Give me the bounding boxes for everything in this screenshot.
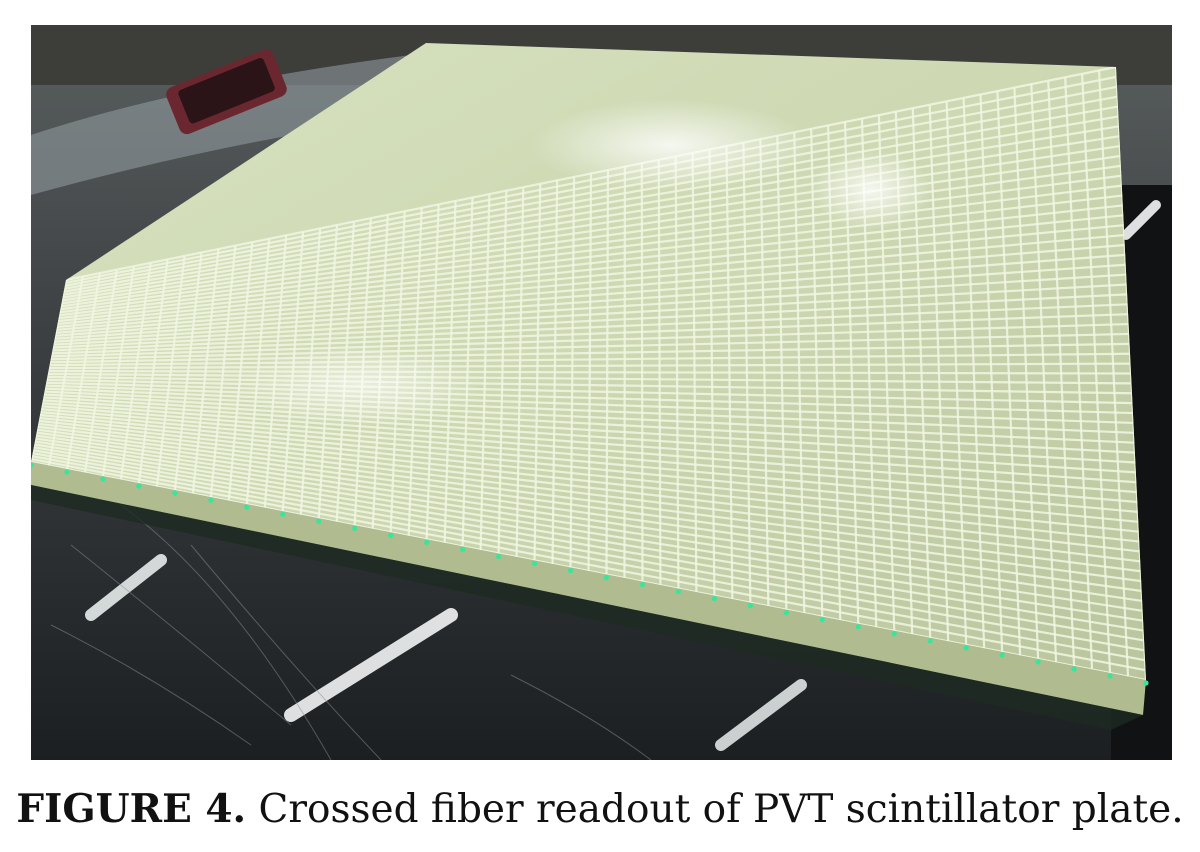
fiber-end-glow	[1143, 680, 1149, 686]
fiber-end-glow	[136, 483, 142, 489]
fiber-end-glow	[172, 490, 178, 496]
fiber-end-glow	[1107, 673, 1113, 679]
fiber-end-glow	[531, 560, 538, 567]
figure-caption: FIGURE 4. Crossed fiber readout of PVT s…	[0, 781, 1200, 838]
fiber-end-glow	[675, 588, 682, 595]
fiber-end-glow	[747, 603, 753, 609]
plate-glare	[811, 150, 931, 230]
fiber-end-glow	[963, 645, 969, 651]
fiber-end-glow	[244, 504, 250, 510]
fiber-end-glow	[460, 546, 466, 552]
fiber-end-glow	[495, 553, 502, 560]
fiber-end-glow	[999, 652, 1005, 658]
fiber-end-glow	[1071, 666, 1077, 672]
figure-label: FIGURE 4.	[16, 786, 247, 832]
fiber-end-glow	[819, 617, 825, 623]
fiber-end-glow	[280, 511, 286, 517]
fiber-end-glow	[64, 469, 70, 475]
fiber-end-glow	[208, 497, 214, 503]
fiber-end-glow	[100, 476, 106, 482]
fiber-end-glow	[388, 532, 394, 538]
fiber-end-glow	[783, 610, 789, 616]
fiber-end-glow	[424, 539, 430, 545]
plate-glare	[531, 100, 811, 190]
paper-page: FIGURE 4. Crossed fiber readout of PVT s…	[0, 0, 1200, 852]
fiber-end-glow	[567, 567, 574, 574]
scintillator-plate-photo	[31, 25, 1172, 760]
fiber-end-glow	[1035, 659, 1041, 665]
fiber-end-glow	[603, 574, 610, 581]
caption-text: Crossed fiber readout of PVT scintillato…	[258, 787, 1184, 832]
fiber-column	[640, 163, 644, 582]
fiber-end-glow	[855, 624, 861, 630]
fiber-end-glow	[316, 518, 322, 524]
fiber-column	[605, 170, 610, 575]
fiber-end-glow	[639, 581, 646, 588]
plate-glare	[241, 345, 481, 425]
fiber-end-glow	[352, 525, 358, 531]
fiber-end-glow	[927, 638, 933, 644]
fiber-end-glow	[891, 631, 897, 637]
fiber-end-glow	[711, 596, 717, 602]
